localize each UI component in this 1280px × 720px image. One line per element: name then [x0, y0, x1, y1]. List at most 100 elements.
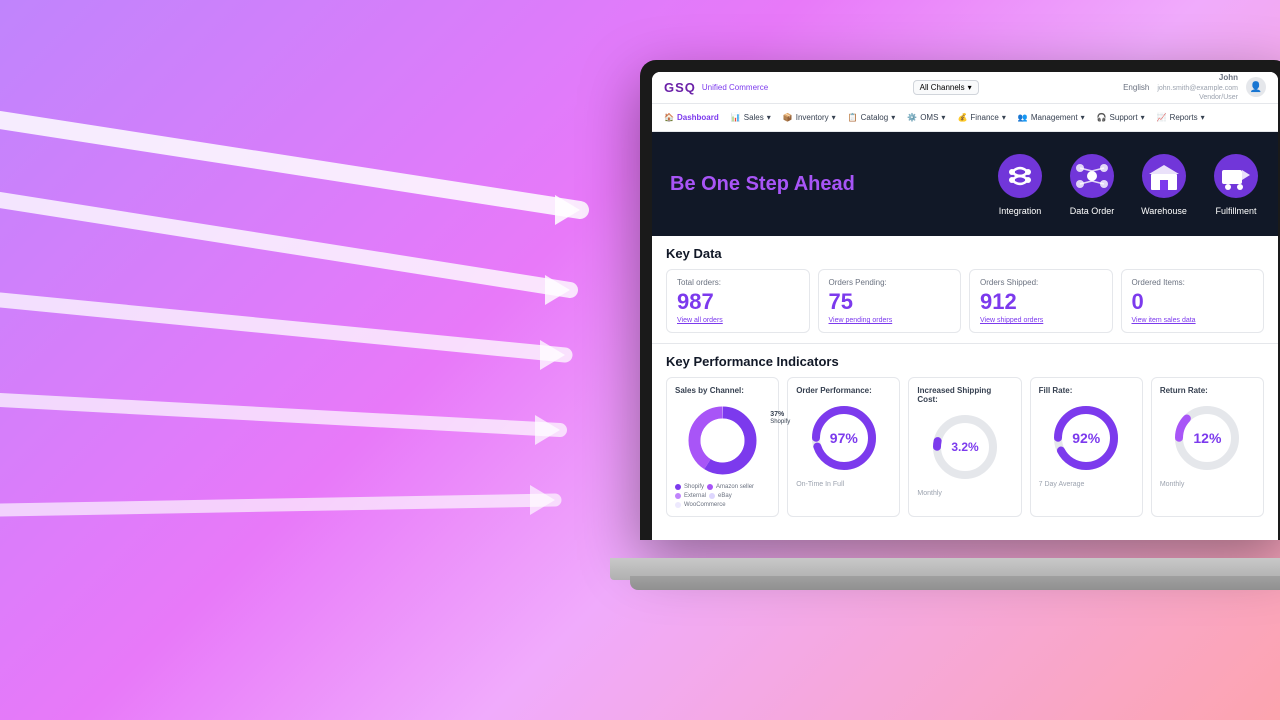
app-logo: GSQ Unified Commerce	[664, 80, 768, 95]
nav-reports[interactable]: 📈 Reports ▾	[1157, 113, 1205, 122]
kd-pending-label: Orders Pending:	[829, 278, 951, 287]
laptop-screen: GSQ Unified Commerce All Channels ▾ Engl…	[640, 60, 1280, 540]
kd-total-orders-value: 987	[677, 291, 799, 313]
kpi-section: Key Performance Indicators Sales by Chan…	[652, 344, 1278, 527]
kpi-return-label: Return Rate:	[1160, 386, 1255, 395]
nav-finance[interactable]: 💰 Finance ▾	[957, 113, 1005, 122]
kd-pending-value: 75	[829, 291, 951, 313]
nav-management[interactable]: 👥 Management ▾	[1018, 113, 1085, 122]
woocommerce-dot	[675, 502, 681, 508]
legend-shopify: Shopify	[675, 484, 704, 490]
nav-catalog[interactable]: 📋 Catalog ▾	[848, 113, 896, 122]
channel-select[interactable]: All Channels ▾	[913, 80, 979, 95]
kd-total-orders-label: Total orders:	[677, 278, 799, 287]
chevron-down-icon: ▾	[1002, 113, 1006, 122]
module-label-integration: Integration	[999, 206, 1042, 216]
kd-shipped-value: 912	[980, 291, 1102, 313]
inventory-icon: 📦	[783, 113, 793, 122]
reports-icon: 📈	[1157, 113, 1167, 122]
dashboard-icon: 🏠	[664, 113, 674, 122]
nav-oms[interactable]: ⚙️ OMS ▾	[907, 113, 945, 122]
kd-total-orders-link[interactable]: View all orders	[677, 317, 799, 324]
shipping-chart: 3.2%	[917, 412, 1012, 482]
kpi-shipping-label: Increased Shipping Cost:	[917, 386, 1012, 404]
chevron-down-icon: ▾	[832, 113, 836, 122]
shopify-dot	[675, 484, 681, 490]
kpi-cards: Sales by Channel:	[666, 377, 1264, 517]
chevron-down-icon: ▾	[891, 113, 895, 122]
return-rate-chart: 12%	[1160, 403, 1255, 473]
key-data-cards: Total orders: 987 View all orders Orders…	[666, 269, 1264, 333]
kd-items-label: Ordered Items:	[1132, 278, 1254, 287]
support-icon: 🎧	[1097, 113, 1107, 122]
user-name: John	[1157, 73, 1238, 83]
hero-title: Be One Step Ahead	[670, 172, 855, 196]
order-perf-chart: 97%	[796, 403, 891, 473]
nav-inventory[interactable]: 📦 Inventory ▾	[783, 113, 836, 122]
key-data-section: Key Data Total orders: 987 View all orde…	[652, 236, 1278, 344]
module-warehouse[interactable]: Warehouse	[1140, 152, 1188, 216]
return-rate-value: 12%	[1193, 430, 1221, 446]
legend-amazon: Amazon seller	[707, 484, 754, 490]
kd-pending-link[interactable]: View pending orders	[829, 317, 951, 324]
user-email: john.smith@example.com	[1157, 84, 1238, 93]
kd-items-value: 0	[1132, 291, 1254, 313]
nav-support[interactable]: 🎧 Support ▾	[1097, 113, 1145, 122]
amazon-dot	[707, 484, 713, 490]
module-data-order[interactable]: Data Order	[1068, 152, 1116, 216]
app-nav: 🏠 Dashboard 📊 Sales ▾ 📦 Inventory ▾ 📋 Ca…	[652, 104, 1278, 132]
kpi-sales-channel: Sales by Channel:	[666, 377, 779, 517]
kd-shipped-label: Orders Shipped:	[980, 278, 1102, 287]
module-label-fulfillment: Fulfillment	[1215, 206, 1256, 216]
kpi-return-rate: Return Rate: 12% Monthly	[1151, 377, 1264, 517]
language-selector[interactable]: English	[1123, 83, 1149, 92]
order-perf-sublabel: On-Time In Full	[796, 481, 891, 488]
kd-shipped-link[interactable]: View shipped orders	[980, 317, 1102, 324]
hero-modules: Integration	[996, 152, 1260, 216]
kd-orders-pending: Orders Pending: 75 View pending orders	[818, 269, 962, 333]
chevron-down-icon: ▾	[1201, 113, 1205, 122]
data-order-icon	[1068, 152, 1116, 200]
kpi-shipping-cost: Increased Shipping Cost: 3.2% Monthly	[908, 377, 1021, 517]
integration-icon	[996, 152, 1044, 200]
header-right: English John john.smith@example.com Vend…	[1123, 73, 1266, 102]
donut-legend: Shopify Amazon seller External	[675, 484, 770, 508]
chevron-down-icon: ▾	[941, 113, 945, 122]
legend-woocommerce: WooCommerce	[675, 502, 726, 508]
key-data-title: Key Data	[666, 246, 1264, 261]
sales-donut-chart: 37%Shopify	[675, 403, 770, 478]
avatar[interactable]: 👤	[1246, 77, 1266, 97]
kd-items-link[interactable]: View item sales data	[1132, 317, 1254, 324]
shipping-sublabel: Monthly	[917, 490, 1012, 497]
kpi-sales-label: Sales by Channel:	[675, 386, 770, 395]
channel-label: All Channels	[920, 83, 965, 92]
app-screen: GSQ Unified Commerce All Channels ▾ Engl…	[652, 72, 1278, 540]
shipping-value: 3.2%	[951, 440, 978, 454]
kpi-fill-rate: Fill Rate: 92% 7 Day Average	[1030, 377, 1143, 517]
logo-sub: Unified Commerce	[702, 83, 768, 92]
return-rate-sublabel: Monthly	[1160, 481, 1255, 488]
chevron-down-icon: ▾	[968, 83, 972, 92]
kd-total-orders: Total orders: 987 View all orders	[666, 269, 810, 333]
finance-icon: 💰	[957, 113, 967, 122]
kpi-fill-label: Fill Rate:	[1039, 386, 1134, 395]
user-role: Vendor/User	[1157, 93, 1238, 102]
hero-title-main: Be One Step	[670, 173, 794, 195]
nav-sales[interactable]: 📊 Sales ▾	[731, 113, 771, 122]
nav-dashboard[interactable]: 🏠 Dashboard	[664, 113, 719, 122]
external-dot	[675, 493, 681, 499]
fill-rate-sublabel: 7 Day Average	[1039, 481, 1134, 488]
hero-title-accent: Ahead	[794, 173, 855, 195]
kpi-title: Key Performance Indicators	[666, 354, 1264, 369]
chevron-down-icon: ▾	[1081, 113, 1085, 122]
chevron-down-icon: ▾	[1141, 113, 1145, 122]
module-fulfillment[interactable]: Fulfillment	[1212, 152, 1260, 216]
hero-section: Be One Step Ahead	[652, 132, 1278, 236]
module-integration[interactable]: Integration	[996, 152, 1044, 216]
kd-orders-shipped: Orders Shipped: 912 View shipped orders	[969, 269, 1113, 333]
module-label-warehouse: Warehouse	[1141, 206, 1187, 216]
laptop-mockup: GSQ Unified Commerce All Channels ▾ Engl…	[610, 60, 1280, 640]
legend-external: External	[675, 493, 706, 499]
chevron-down-icon: ▾	[767, 113, 771, 122]
ebay-dot	[709, 493, 715, 499]
